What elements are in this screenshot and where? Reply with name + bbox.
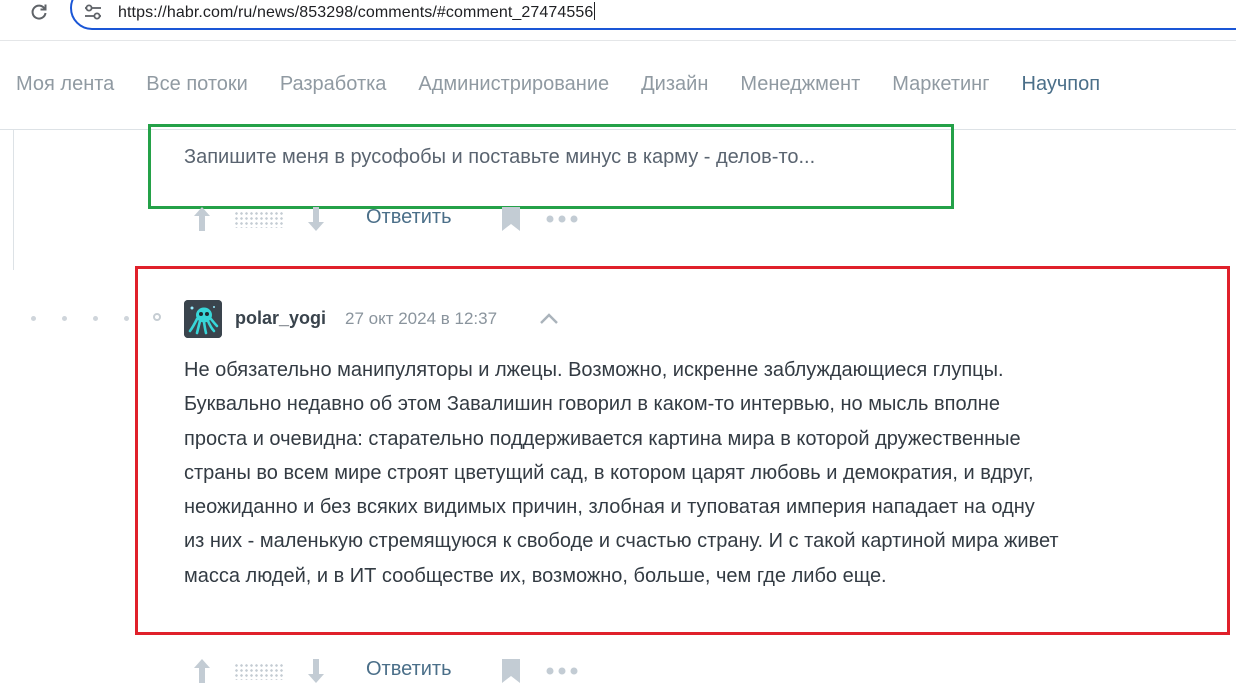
browser-toolbar: https://habr.com/ru/news/853298/comments… (0, 0, 1236, 41)
nav-item[interactable]: Разработка (280, 73, 387, 96)
nav-item[interactable]: Научпоп (1022, 73, 1101, 96)
nav-item[interactable]: Моя лента (16, 73, 114, 96)
nav-item[interactable]: Менеджмент (740, 73, 860, 96)
habr-flows-nav: Моя лента Все потоки Разработка Администрир… (0, 41, 1236, 130)
arrow-up-icon[interactable] (190, 656, 214, 686)
comment-time[interactable]: 27 окт 2024 в 12:37 (345, 309, 497, 329)
site-info-icon[interactable] (82, 2, 104, 22)
comment-line: из них - маленькую стремящуюся к свободе… (184, 530, 1059, 553)
score-placeholder (234, 211, 284, 228)
thread-line (13, 130, 14, 270)
thread-indent-dot (62, 316, 67, 321)
comment-author[interactable]: polar_yogi (235, 308, 326, 329)
more-dots-icon[interactable] (546, 664, 578, 678)
comment-line: неожиданно и без всяких видимых причин, … (184, 496, 1035, 519)
text-caret (594, 2, 596, 20)
reload-icon[interactable] (26, 0, 52, 25)
nav-item[interactable]: Администрирование (418, 73, 609, 96)
more-dots-icon[interactable] (546, 212, 578, 226)
comment-line: проста и очевидна: старательно поддержив… (184, 427, 1021, 450)
octopus-avatar-icon[interactable] (184, 300, 222, 338)
comment-line: страны во всем мире строят цветущий сад,… (184, 461, 1034, 484)
nav-item[interactable]: Маркетинг (892, 73, 989, 96)
arrow-down-icon[interactable] (304, 656, 328, 686)
arrow-up-icon[interactable] (190, 204, 214, 234)
comment-line: масса людей, и в ИТ сообществе их, возмо… (184, 564, 887, 587)
reply-link[interactable]: Ответить (366, 658, 452, 681)
comment-body: Не обязательно манипуляторы и лжецы. Воз… (184, 353, 1224, 593)
bookmark-icon[interactable] (500, 658, 522, 684)
arrow-down-icon[interactable] (304, 204, 328, 234)
url-text[interactable]: https://habr.com/ru/news/853298/comments… (118, 2, 596, 22)
chevron-up-icon[interactable] (538, 309, 560, 329)
green-highlight-box (148, 124, 954, 209)
score-placeholder (234, 663, 284, 680)
nav-item[interactable]: Все потоки (146, 73, 248, 96)
thread-indent-dot (93, 316, 98, 321)
comment-line: Буквально недавно об этом Завалишин гово… (184, 393, 1000, 416)
comment-line: Не обязательно манипуляторы и лжецы. Воз… (184, 359, 1004, 381)
bookmark-icon[interactable] (500, 206, 522, 232)
thread-indent-dot (31, 316, 36, 321)
nav-item[interactable]: Дизайн (641, 73, 708, 96)
thread-indent-dot (124, 316, 129, 321)
nav-list: Моя лента Все потоки Разработка Администрир… (16, 73, 1132, 96)
reply-link[interactable]: Ответить (366, 206, 452, 229)
